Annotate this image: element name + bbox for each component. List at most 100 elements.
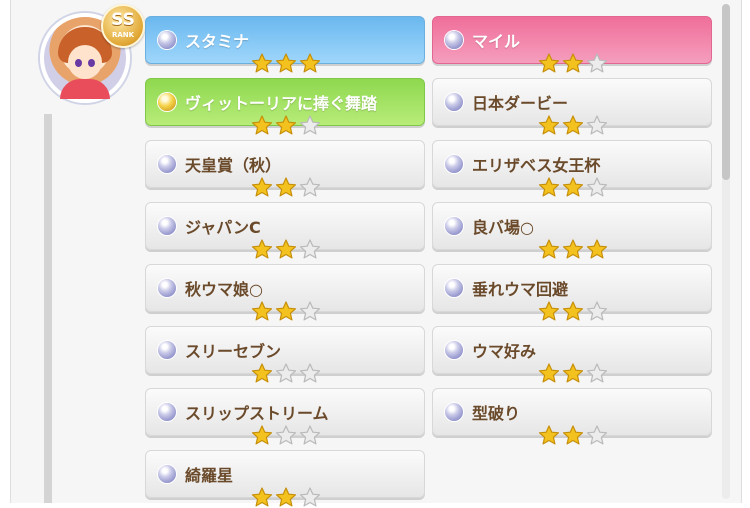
skill-orb-icon — [445, 341, 463, 359]
skill-name: エリザベス女王杯 — [472, 156, 601, 175]
star-filled-icon — [538, 53, 560, 73]
star-filled-icon — [251, 363, 273, 383]
scrollbar-thumb[interactable] — [722, 4, 730, 180]
star-empty-icon — [299, 363, 321, 383]
skill-name: ヴィットーリアに捧ぐ舞踏 — [185, 94, 378, 113]
star-filled-icon — [562, 301, 584, 321]
star-filled-icon — [275, 177, 297, 197]
rank-badge-label: RANK — [111, 31, 135, 39]
skill-name: 日本ダービー — [472, 94, 569, 113]
star-filled-icon — [251, 487, 273, 507]
star-empty-icon — [299, 239, 321, 259]
skill-star-rating — [250, 114, 322, 136]
skill-card[interactable]: スリーセブン — [145, 326, 425, 383]
skill-star-rating — [537, 362, 609, 384]
star-empty-icon — [299, 425, 321, 445]
skill-star-rating — [250, 486, 322, 508]
skill-orb-icon — [445, 279, 463, 297]
skill-name: スタミナ — [185, 32, 250, 51]
star-filled-icon — [275, 301, 297, 321]
star-filled-icon — [562, 53, 584, 73]
star-filled-icon — [538, 363, 560, 383]
skill-star-rating — [537, 176, 609, 198]
star-filled-icon — [562, 177, 584, 197]
skill-card[interactable]: 天皇賞（秋） — [145, 140, 425, 197]
skill-orb-icon — [158, 279, 176, 297]
star-empty-icon — [586, 177, 608, 197]
skill-star-rating — [537, 52, 609, 74]
skill-card[interactable]: スタミナ — [145, 16, 425, 73]
star-filled-icon — [562, 363, 584, 383]
star-filled-icon — [251, 301, 273, 321]
skill-name: 天皇賞（秋） — [185, 156, 282, 175]
skill-name: 秋ウマ娘○ — [185, 280, 263, 299]
skill-card[interactable]: 良バ場○ — [432, 202, 712, 259]
star-empty-icon — [586, 53, 608, 73]
skill-star-rating — [537, 238, 609, 260]
skill-card[interactable]: 日本ダービー — [432, 78, 712, 135]
skill-card[interactable]: ジャパンC — [145, 202, 425, 259]
star-filled-icon — [251, 53, 273, 73]
skill-orb-icon — [158, 217, 176, 235]
star-filled-icon — [275, 487, 297, 507]
star-filled-icon — [538, 425, 560, 445]
star-empty-icon — [299, 487, 321, 507]
skill-name: マイル — [472, 32, 521, 51]
star-empty-icon — [586, 363, 608, 383]
skill-orb-icon — [445, 155, 463, 173]
skill-card[interactable]: スリップストリーム — [145, 388, 425, 445]
skill-name: スリップストリーム — [185, 404, 329, 423]
star-filled-icon — [251, 239, 273, 259]
avatar-face — [68, 45, 102, 79]
skill-name: ウマ好み — [472, 342, 537, 361]
skill-card[interactable]: 型破り — [432, 388, 712, 445]
star-filled-icon — [538, 115, 560, 135]
skill-orb-icon — [158, 155, 176, 173]
star-filled-icon — [275, 239, 297, 259]
skill-orb-icon — [445, 217, 463, 235]
skill-card[interactable]: 綺羅星 — [145, 450, 425, 507]
star-empty-icon — [275, 425, 297, 445]
star-filled-icon — [538, 239, 560, 259]
star-empty-icon — [275, 363, 297, 383]
skill-name: スリーセブン — [185, 342, 282, 361]
skill-orb-icon — [158, 341, 176, 359]
skill-star-rating — [250, 238, 322, 260]
skill-star-rating — [537, 114, 609, 136]
skill-orb-icon — [445, 31, 463, 49]
star-filled-icon — [538, 177, 560, 197]
star-filled-icon — [275, 115, 297, 135]
skill-card[interactable]: ウマ好み — [432, 326, 712, 383]
star-empty-icon — [586, 425, 608, 445]
skill-star-rating — [250, 52, 322, 74]
skill-card[interactable]: マイル — [432, 16, 712, 73]
star-empty-icon — [299, 301, 321, 321]
skill-star-rating — [250, 176, 322, 198]
skill-star-rating — [250, 424, 322, 446]
star-filled-icon — [251, 115, 273, 135]
skill-star-rating — [250, 300, 322, 322]
rank-badge: SS RANK — [101, 4, 145, 48]
star-filled-icon — [251, 425, 273, 445]
skill-card[interactable]: 垂れウマ回避 — [432, 264, 712, 321]
star-filled-icon — [562, 239, 584, 259]
star-empty-icon — [586, 301, 608, 321]
skill-star-rating — [537, 300, 609, 322]
skill-name: 垂れウマ回避 — [472, 280, 569, 299]
skill-name: 型破り — [472, 404, 521, 423]
skill-name: 良バ場○ — [472, 218, 534, 237]
left-rail — [44, 114, 52, 503]
star-filled-icon — [562, 115, 584, 135]
star-empty-icon — [299, 177, 321, 197]
star-filled-icon — [562, 425, 584, 445]
skill-card[interactable]: ヴィットーリアに捧ぐ舞踏 — [145, 78, 425, 135]
star-filled-icon — [299, 53, 321, 73]
star-filled-icon — [538, 301, 560, 321]
star-empty-icon — [299, 115, 321, 135]
star-filled-icon — [586, 239, 608, 259]
rank-badge-grade: SS — [111, 10, 135, 30]
skill-star-rating — [537, 424, 609, 446]
star-filled-icon — [275, 53, 297, 73]
skill-card[interactable]: 秋ウマ娘○ — [145, 264, 425, 321]
skill-card[interactable]: エリザベス女王杯 — [432, 140, 712, 197]
